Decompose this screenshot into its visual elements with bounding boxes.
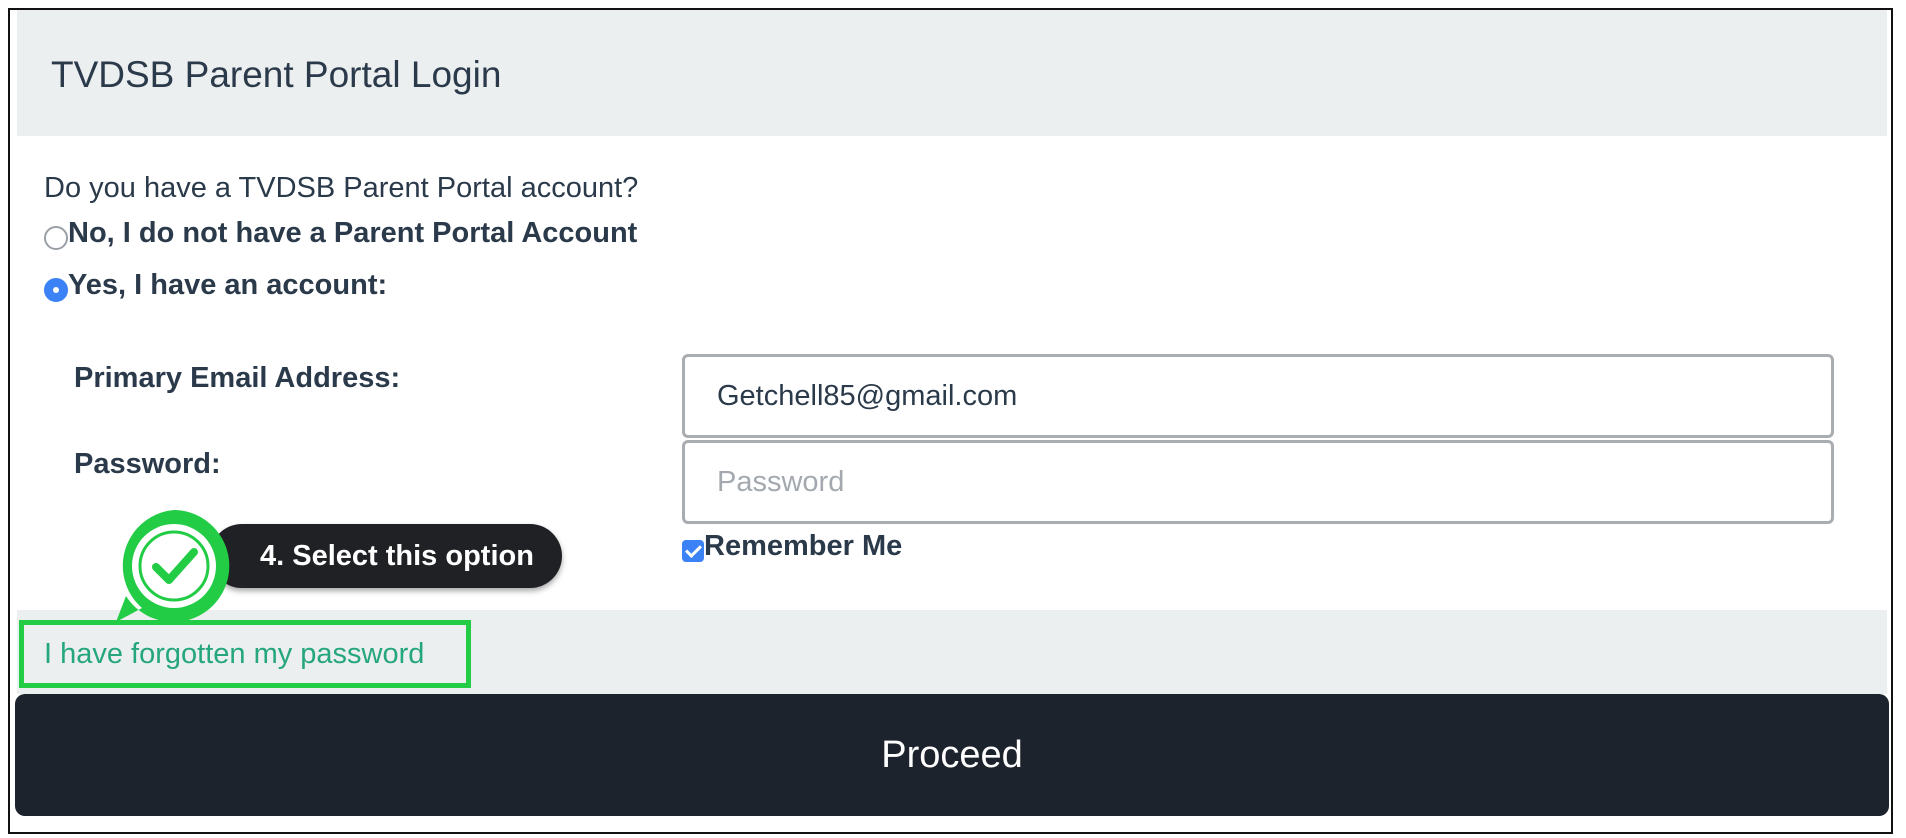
proceed-button[interactable]: Proceed xyxy=(15,694,1889,816)
password-field[interactable] xyxy=(682,440,1834,524)
remember-me-option[interactable]: Remember Me xyxy=(682,530,902,563)
email-field[interactable] xyxy=(682,354,1834,438)
login-panel: TVDSB Parent Portal Login Do you have a … xyxy=(8,8,1893,834)
radio-button-no[interactable] xyxy=(44,226,68,250)
page-title: TVDSB Parent Portal Login xyxy=(51,54,502,95)
password-label: Password: xyxy=(74,448,221,480)
remember-me-checkbox[interactable] xyxy=(682,539,704,562)
radio-option-no-account[interactable]: No, I do not have a Parent Portal Accoun… xyxy=(44,216,637,250)
panel-header: TVDSB Parent Portal Login xyxy=(17,10,1887,136)
remember-me-label: Remember Me xyxy=(704,530,903,562)
forgot-password-link[interactable]: I have forgotten my password xyxy=(44,638,424,671)
radio-button-yes[interactable] xyxy=(44,278,68,302)
annotation-callout: 4. Select this option xyxy=(210,524,562,588)
checkmark-icon xyxy=(116,510,230,622)
email-label: Primary Email Address: xyxy=(74,362,401,394)
annotation-text: 4. Select this option xyxy=(260,539,534,572)
radio-label-no: No, I do not have a Parent Portal Accoun… xyxy=(68,216,638,249)
account-question: Do you have a TVDSB Parent Portal accoun… xyxy=(44,172,639,204)
radio-option-yes-account[interactable]: Yes, I have an account: xyxy=(44,268,387,302)
radio-label-yes: Yes, I have an account: xyxy=(68,268,388,301)
